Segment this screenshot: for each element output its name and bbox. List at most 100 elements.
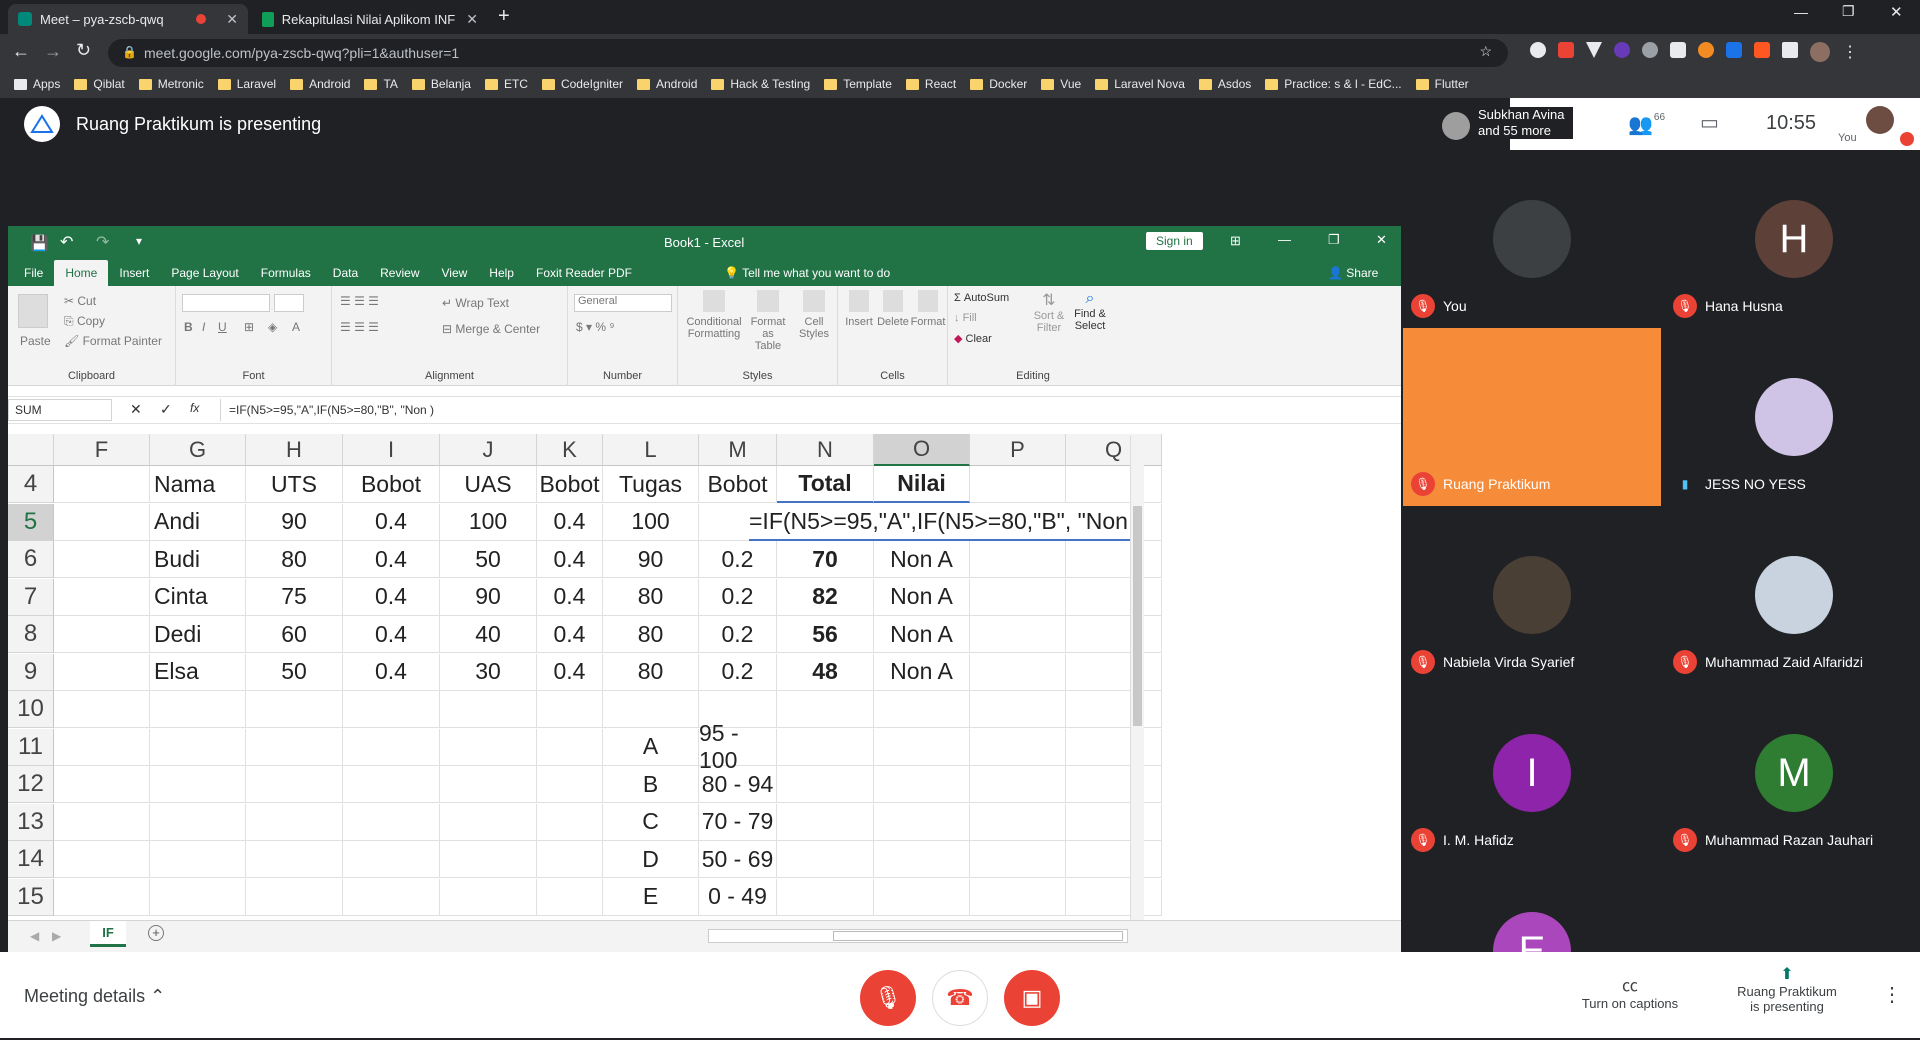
ribbon-tab-page-layout[interactable]: Page Layout: [160, 260, 249, 286]
restore-icon[interactable]: ❐: [1328, 232, 1340, 248]
table-cell[interactable]: [970, 878, 1066, 916]
table-cell[interactable]: [1066, 578, 1162, 616]
people-button[interactable]: 👥 66: [1628, 112, 1665, 137]
row-header[interactable]: 6: [8, 541, 54, 578]
table-cell[interactable]: [970, 653, 1066, 691]
table-cell[interactable]: 80: [603, 653, 699, 691]
scroll-thumb[interactable]: [1133, 506, 1142, 726]
close-tab-icon[interactable]: ✕: [466, 11, 478, 28]
table-cell[interactable]: 0.4: [343, 541, 440, 578]
table-cell[interactable]: [874, 841, 970, 878]
sign-in-button[interactable]: Sign in: [1146, 232, 1203, 250]
table-cell[interactable]: [970, 728, 1066, 766]
table-cell[interactable]: Non A: [874, 541, 970, 578]
extension-icon[interactable]: [1586, 42, 1602, 58]
bookmark-item[interactable]: Laravel: [217, 77, 276, 91]
insert-function-icon[interactable]: fx: [190, 401, 199, 415]
table-cell[interactable]: [603, 691, 699, 728]
table-cell[interactable]: [874, 803, 970, 841]
bookmark-item[interactable]: Belanja: [411, 77, 471, 91]
column-header[interactable]: O: [874, 434, 970, 466]
font-size-select[interactable]: [274, 294, 304, 312]
table-cell[interactable]: [777, 841, 874, 878]
table-cell[interactable]: [970, 541, 1066, 578]
ribbon-tab-data[interactable]: Data: [322, 260, 369, 286]
table-cell[interactable]: [1066, 841, 1162, 878]
table-cell[interactable]: 48: [777, 653, 874, 691]
save-icon[interactable]: 💾: [30, 234, 49, 252]
table-cell[interactable]: Total: [777, 466, 874, 503]
bookmark-item[interactable]: Apps: [14, 77, 60, 91]
bookmark-item[interactable]: Template: [824, 77, 892, 91]
table-cell[interactable]: [246, 803, 343, 841]
column-header[interactable]: Q: [1066, 434, 1162, 466]
menu-icon[interactable]: ⋮: [1842, 42, 1858, 62]
copy-button[interactable]: ⎘ Copy: [64, 314, 105, 329]
table-cell[interactable]: [970, 616, 1066, 653]
enter-icon[interactable]: ✓: [160, 401, 172, 418]
row-header[interactable]: 12: [8, 766, 54, 803]
table-cell[interactable]: [537, 803, 603, 841]
mic-toggle-button[interactable]: 🎙: [860, 970, 916, 1026]
table-cell[interactable]: 50 - 69: [699, 841, 777, 878]
table-cell[interactable]: [1066, 466, 1162, 503]
table-cell[interactable]: [54, 691, 150, 728]
paste-icon[interactable]: [18, 294, 48, 328]
table-cell[interactable]: Nama: [150, 466, 246, 503]
table-cell[interactable]: Nilai: [874, 466, 970, 503]
cell-styles-button[interactable]: Cell Styles: [794, 290, 834, 340]
row-header[interactable]: 14: [8, 841, 54, 878]
table-cell[interactable]: [537, 841, 603, 878]
table-cell[interactable]: C: [603, 803, 699, 841]
table-cell[interactable]: [54, 766, 150, 803]
close-window-icon[interactable]: ✕: [1890, 3, 1903, 21]
delete-cells-button[interactable]: Delete: [876, 290, 910, 328]
column-header[interactable]: K: [537, 434, 603, 466]
table-cell[interactable]: 50: [440, 541, 537, 578]
table-cell[interactable]: 0.2: [699, 616, 777, 653]
table-cell[interactable]: [54, 616, 150, 653]
table-cell[interactable]: UAS: [440, 466, 537, 503]
redo-icon[interactable]: ↷: [96, 232, 109, 252]
participant-tile[interactable]: ▮ JESS NO YESS: [1665, 328, 1920, 506]
table-cell[interactable]: 50: [246, 653, 343, 691]
table-cell[interactable]: [54, 878, 150, 916]
row-header[interactable]: 11: [8, 728, 54, 766]
profile-avatar[interactable]: [1810, 42, 1830, 62]
bookmark-item[interactable]: Asdos: [1198, 77, 1251, 91]
table-cell[interactable]: [1066, 653, 1162, 691]
table-cell[interactable]: [874, 728, 970, 766]
table-cell[interactable]: 30: [440, 653, 537, 691]
restore-window-icon[interactable]: ❐: [1842, 3, 1855, 20]
bookmark-item[interactable]: Docker: [970, 77, 1027, 91]
table-cell[interactable]: Non A: [874, 616, 970, 653]
table-cell[interactable]: [1066, 541, 1162, 578]
ribbon-tab-view[interactable]: View: [431, 260, 479, 286]
row-header[interactable]: 15: [8, 878, 54, 916]
meeting-details-button[interactable]: Meeting details ⌃: [24, 986, 165, 1007]
table-cell[interactable]: [970, 841, 1066, 878]
table-cell[interactable]: 75: [246, 578, 343, 616]
column-header[interactable]: G: [150, 434, 246, 466]
table-cell[interactable]: [777, 878, 874, 916]
participant-tile[interactable]: 🎙 You: [1403, 150, 1661, 328]
table-cell[interactable]: [874, 766, 970, 803]
table-cell[interactable]: Dedi: [150, 616, 246, 653]
table-cell[interactable]: 100: [603, 503, 699, 541]
add-sheet-icon[interactable]: +: [148, 925, 164, 941]
align-left-icon[interactable]: ☰ ☰ ☰: [340, 320, 379, 334]
table-cell[interactable]: 0.4: [537, 616, 603, 653]
table-cell[interactable]: 0.4: [537, 541, 603, 578]
table-cell[interactable]: [246, 766, 343, 803]
table-cell[interactable]: [246, 691, 343, 728]
minimize-window-icon[interactable]: —: [1794, 4, 1808, 20]
ribbon-tab-file[interactable]: File: [8, 260, 54, 286]
table-cell[interactable]: Andi: [150, 503, 246, 541]
tab-sheets[interactable]: Rekapitulasi Nilai Aplikom INF A ✕: [252, 4, 488, 34]
table-cell[interactable]: [1066, 878, 1162, 916]
back-icon[interactable]: ←: [12, 41, 30, 62]
table-cell[interactable]: 80 - 94: [699, 766, 777, 803]
table-cell[interactable]: [54, 541, 150, 578]
table-cell[interactable]: [150, 878, 246, 916]
ribbon-tab-help[interactable]: Help: [478, 260, 525, 286]
